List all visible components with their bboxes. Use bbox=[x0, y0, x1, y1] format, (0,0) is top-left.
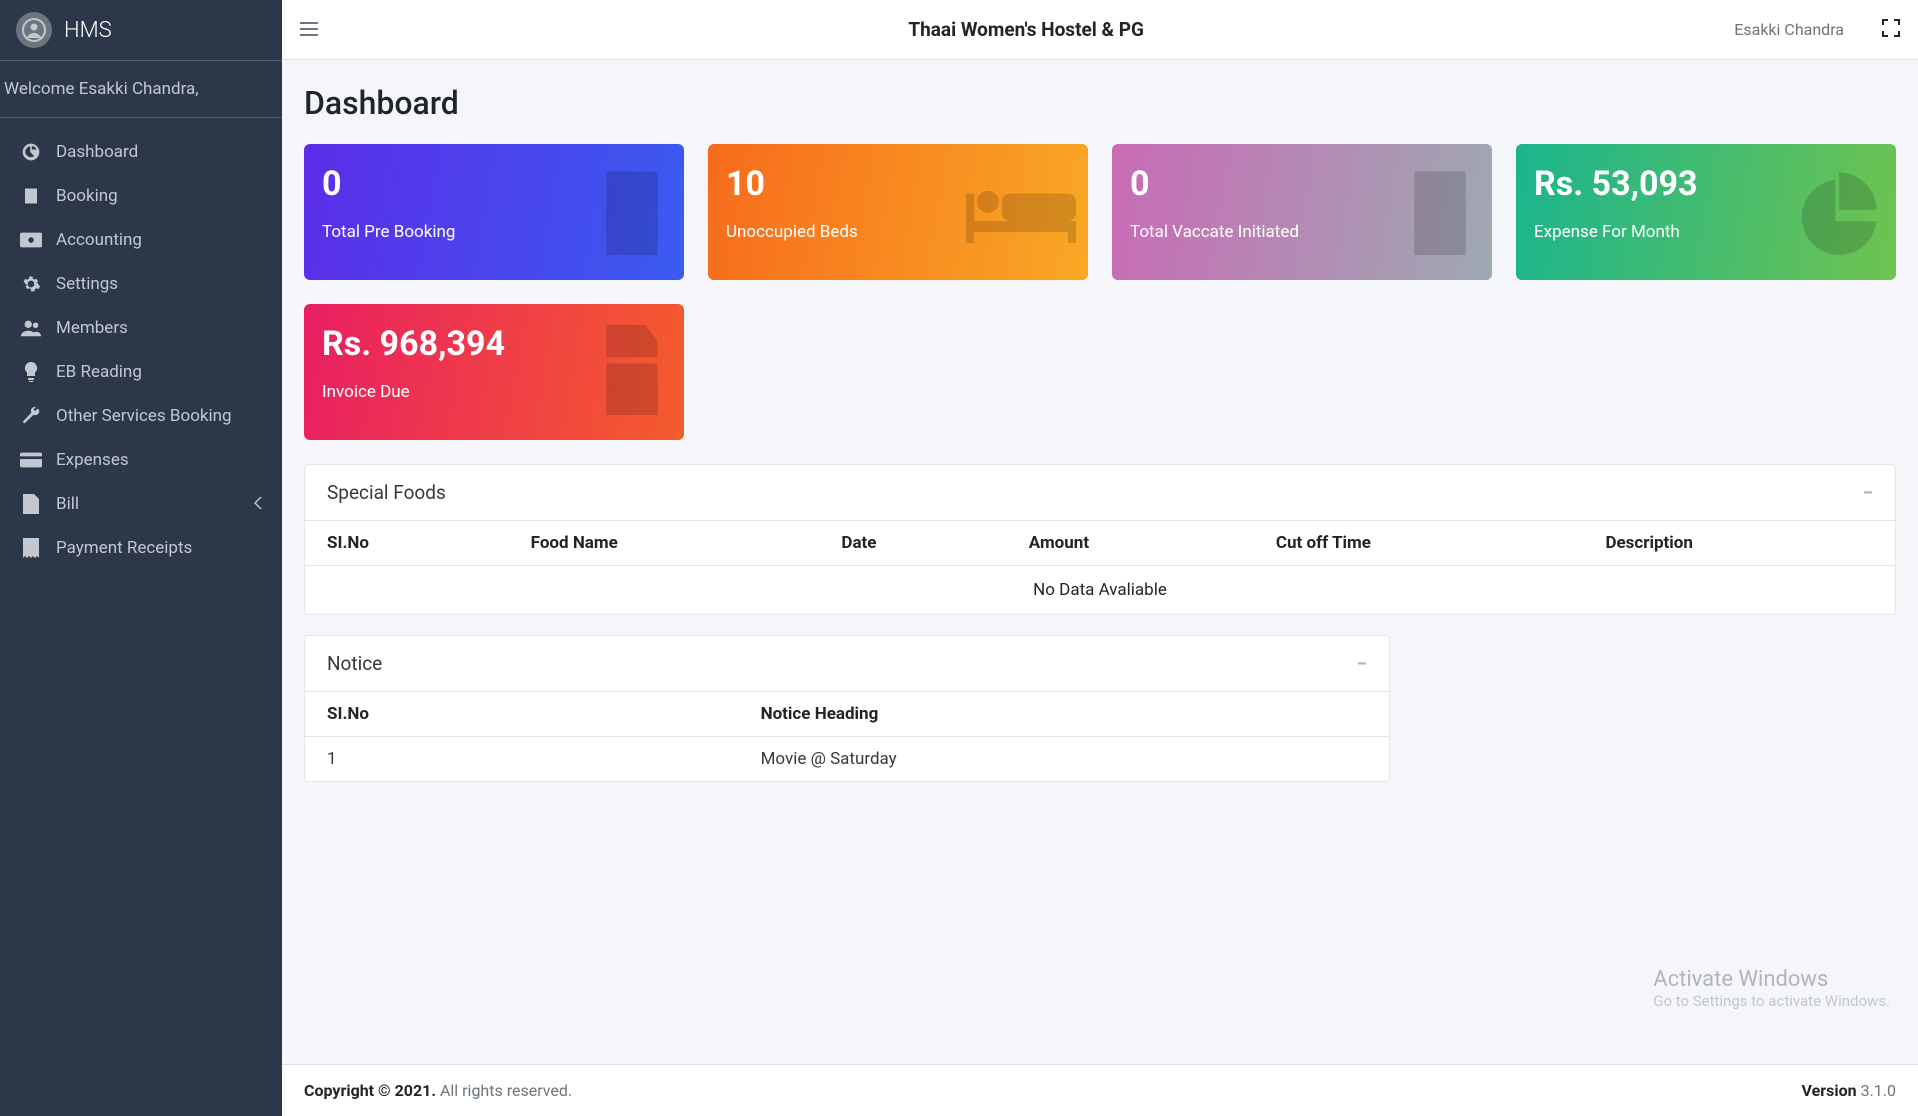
gear-icon bbox=[20, 274, 42, 294]
copyright: Copyright © 2021. All rights reserved. bbox=[304, 1081, 572, 1100]
users-icon bbox=[20, 319, 42, 337]
hamburger-icon[interactable] bbox=[300, 18, 318, 42]
card-expense-month[interactable]: Rs. 53,093 Expense For Month bbox=[1516, 144, 1896, 280]
sidebar-label: EB Reading bbox=[56, 362, 142, 382]
page-header-title: Thaai Women's Hostel & PG bbox=[334, 18, 1718, 41]
sidebar-label: Expenses bbox=[56, 450, 129, 470]
sidebar-item-expenses[interactable]: Expenses bbox=[8, 438, 274, 482]
brand-name: HMS bbox=[64, 18, 112, 43]
money-icon bbox=[20, 232, 42, 248]
col-description: Description bbox=[1583, 521, 1895, 566]
panel-header: Notice − bbox=[305, 636, 1389, 692]
card-icon bbox=[20, 452, 42, 468]
sidebar-item-bill[interactable]: Bill bbox=[8, 482, 274, 526]
empty-message: No Data Avaliable bbox=[305, 566, 1895, 615]
col-amount: Amount bbox=[1007, 521, 1254, 566]
cell-sino: 1 bbox=[305, 737, 739, 782]
col-cutoff: Cut off Time bbox=[1254, 521, 1584, 566]
main-area: Thaai Women's Hostel & PG Esakki Chandra… bbox=[282, 0, 1918, 1116]
card-pre-booking[interactable]: 0 Total Pre Booking bbox=[304, 144, 684, 280]
content: Dashboard 0 Total Pre Booking 10 Unoccup… bbox=[282, 60, 1918, 1064]
panel-title: Special Foods bbox=[327, 481, 446, 504]
sidebar-label: Accounting bbox=[56, 230, 142, 250]
topbar: Thaai Women's Hostel & PG Esakki Chandra bbox=[282, 0, 1918, 60]
invoice-icon bbox=[592, 325, 672, 419]
card-unoccupied-beds[interactable]: 10 Unoccupied Beds bbox=[708, 144, 1088, 280]
sidebar-item-dashboard[interactable]: Dashboard bbox=[8, 130, 274, 174]
lightbulb-icon bbox=[20, 362, 42, 382]
sidebar-label: Booking bbox=[56, 186, 118, 206]
copyright-strong: Copyright © 2021. bbox=[304, 1081, 436, 1100]
pie-chart-icon bbox=[1794, 165, 1884, 259]
cell-heading: Movie @ Saturday bbox=[739, 737, 1389, 782]
building-icon bbox=[20, 186, 42, 206]
chevron-left-icon bbox=[254, 497, 262, 512]
welcome-text: Welcome Esakki Chandra, bbox=[0, 61, 282, 118]
col-sino: SI.No bbox=[305, 692, 739, 737]
sidebar-label: Settings bbox=[56, 274, 118, 294]
dashboard-icon bbox=[20, 142, 42, 162]
sidebar-item-booking[interactable]: Booking bbox=[8, 174, 274, 218]
building-icon bbox=[1400, 165, 1480, 259]
sidebar-item-settings[interactable]: Settings bbox=[8, 262, 274, 306]
collapse-icon[interactable]: − bbox=[1356, 652, 1367, 675]
wrench-icon bbox=[20, 406, 42, 426]
collapse-icon[interactable]: − bbox=[1862, 481, 1873, 504]
logo-icon bbox=[16, 12, 52, 48]
sidebar: HMS Welcome Esakki Chandra, Dashboard Bo… bbox=[0, 0, 282, 1116]
bed-icon bbox=[966, 175, 1076, 249]
col-heading: Notice Heading bbox=[739, 692, 1389, 737]
panel-title: Notice bbox=[327, 652, 382, 675]
notice-table: SI.No Notice Heading 1 Movie @ Saturday bbox=[305, 692, 1389, 781]
stat-cards: 0 Total Pre Booking 10 Unoccupied Beds 0… bbox=[304, 144, 1896, 440]
sidebar-label: Bill bbox=[56, 494, 79, 514]
document-icon bbox=[20, 494, 42, 514]
sidebar-label: Other Services Booking bbox=[56, 406, 232, 426]
sidebar-label: Payment Receipts bbox=[56, 538, 192, 558]
user-name[interactable]: Esakki Chandra bbox=[1734, 20, 1844, 39]
sidebar-nav: Dashboard Booking Accounting Settings bbox=[0, 118, 282, 1116]
building-icon bbox=[592, 165, 672, 259]
receipt-icon bbox=[20, 538, 42, 558]
sidebar-item-other-services[interactable]: Other Services Booking bbox=[8, 394, 274, 438]
sidebar-header: HMS bbox=[0, 0, 282, 61]
version-number: 3.1.0 bbox=[1857, 1081, 1896, 1100]
col-food-name: Food Name bbox=[509, 521, 820, 566]
table-row[interactable]: 1 Movie @ Saturday bbox=[305, 737, 1389, 782]
panel-header: Special Foods − bbox=[305, 465, 1895, 521]
sidebar-item-accounting[interactable]: Accounting bbox=[8, 218, 274, 262]
sidebar-item-payment-receipts[interactable]: Payment Receipts bbox=[8, 526, 274, 570]
page-title: Dashboard bbox=[304, 84, 1896, 122]
special-foods-table: SI.No Food Name Date Amount Cut off Time… bbox=[305, 521, 1895, 614]
sidebar-item-eb-reading[interactable]: EB Reading bbox=[8, 350, 274, 394]
col-date: Date bbox=[819, 521, 1006, 566]
sidebar-label: Members bbox=[56, 318, 128, 338]
sidebar-item-members[interactable]: Members bbox=[8, 306, 274, 350]
version: Version 3.1.0 bbox=[1802, 1081, 1896, 1100]
sidebar-label: Dashboard bbox=[56, 142, 138, 162]
watermark-line2: Go to Settings to activate Windows. bbox=[1653, 992, 1890, 1010]
fullscreen-icon[interactable] bbox=[1882, 19, 1900, 41]
copyright-rest: All rights reserved. bbox=[436, 1081, 572, 1100]
col-sino: SI.No bbox=[305, 521, 509, 566]
card-invoice-due[interactable]: Rs. 968,394 Invoice Due bbox=[304, 304, 684, 440]
watermark-line1: Activate Windows bbox=[1653, 967, 1890, 992]
windows-watermark: Activate Windows Go to Settings to activ… bbox=[1653, 967, 1890, 1010]
footer: Copyright © 2021. All rights reserved. V… bbox=[282, 1064, 1918, 1116]
card-vaccate-initiated[interactable]: 0 Total Vaccate Initiated bbox=[1112, 144, 1492, 280]
version-label: Version bbox=[1802, 1081, 1857, 1100]
panel-notice: Notice − SI.No Notice Heading 1 Movie @ … bbox=[304, 635, 1390, 782]
panel-special-foods: Special Foods − SI.No Food Name Date Amo… bbox=[304, 464, 1896, 615]
